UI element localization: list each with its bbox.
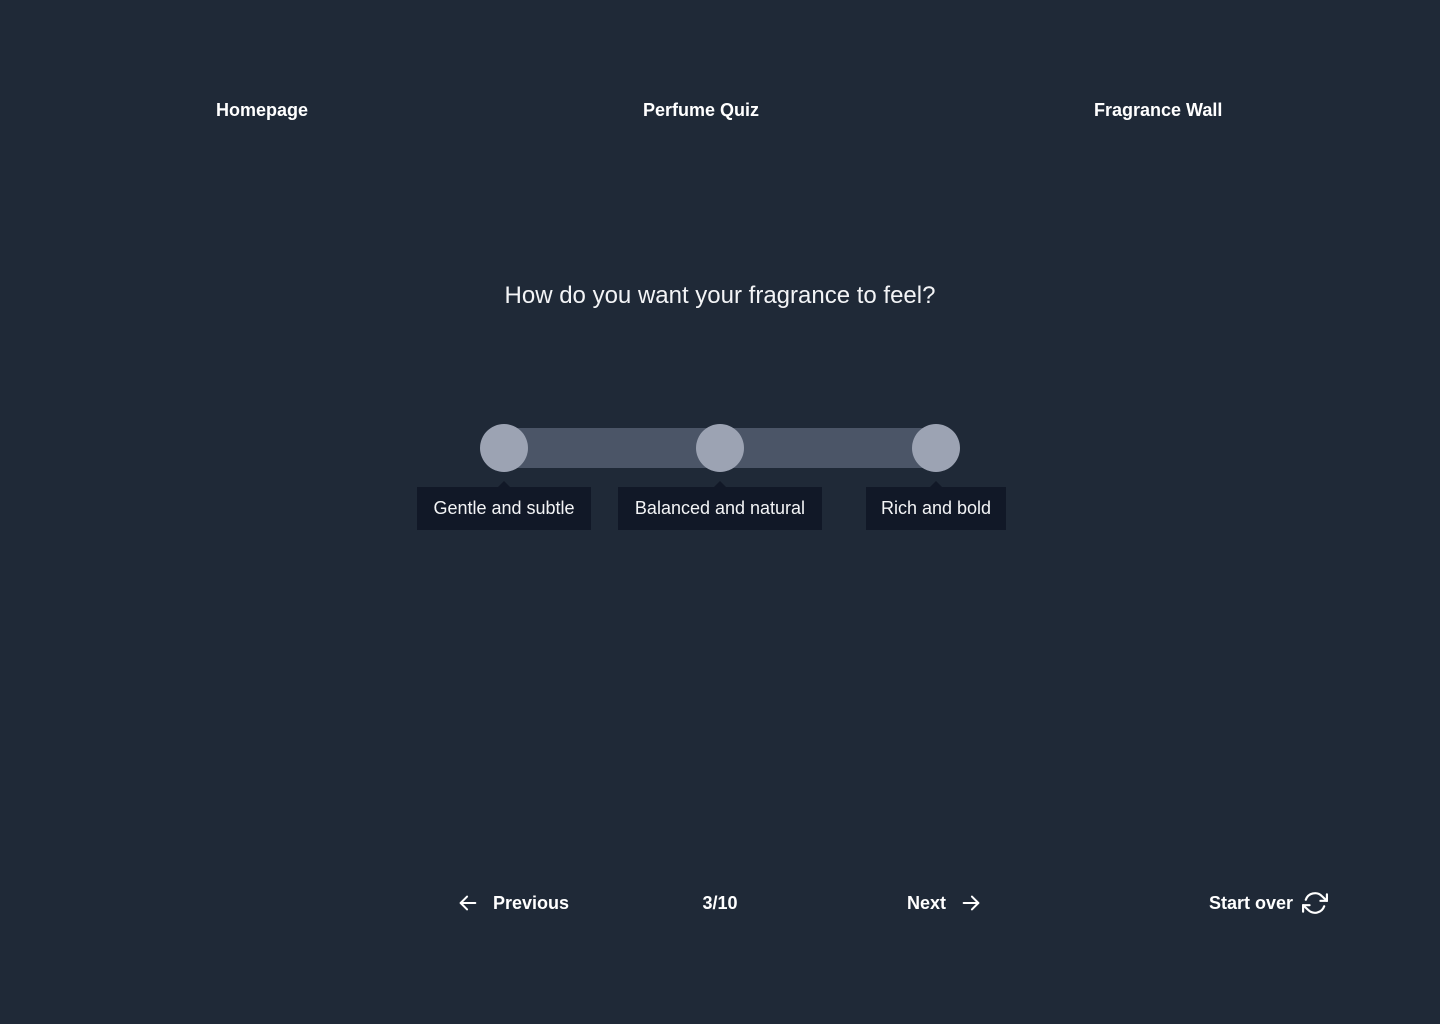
next-button[interactable]: Next — [907, 890, 982, 916]
start-over-label: Start over — [1209, 892, 1294, 913]
arrow-right-icon — [960, 892, 982, 914]
page-counter-text: 3/10 — [702, 892, 738, 913]
slider-option-rich[interactable] — [912, 424, 960, 472]
start-over-button[interactable]: Start over — [1209, 890, 1329, 916]
option-label-balanced: Balanced and natural — [618, 481, 822, 530]
nav-homepage-link[interactable]: Homepage — [216, 99, 308, 121]
nav-perfume-quiz-link[interactable]: Perfume Quiz — [643, 99, 759, 121]
next-label: Next — [907, 892, 947, 913]
nav-fragrance-wall-link[interactable]: Fragrance Wall — [1094, 99, 1222, 121]
option-label-rich: Rich and bold — [866, 481, 1006, 530]
slider-option-balanced[interactable] — [696, 424, 744, 472]
question-text: How do you want your fragrance to feel? — [504, 282, 936, 309]
refresh-icon — [1302, 890, 1329, 916]
slider-option-gentle[interactable] — [480, 424, 528, 472]
option-label-gentle: Gentle and subtle — [417, 481, 591, 530]
